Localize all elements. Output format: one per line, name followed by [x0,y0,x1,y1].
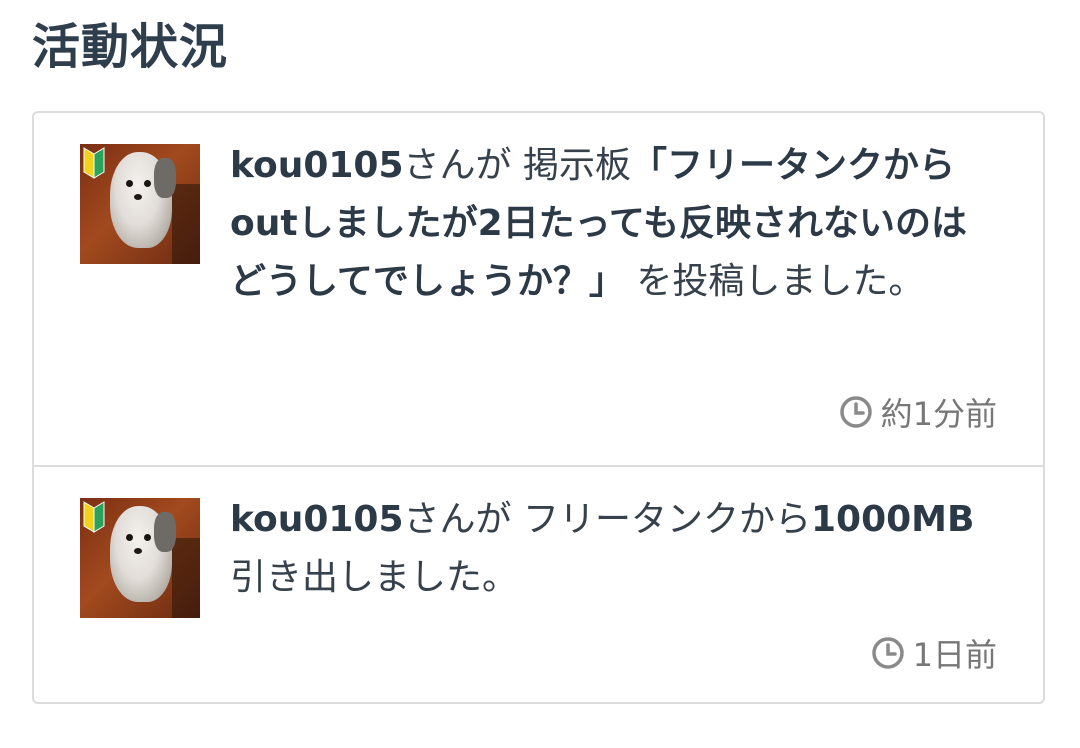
activity-time: 1日前 [871,630,997,676]
user-name-link[interactable]: kou0105 [230,499,404,540]
amount-value: 1000MB [810,499,975,540]
activity-text: kou0105さんが 掲示板「フリータンクからoutしましたが2日たっても反映さ… [230,137,999,311]
beginner-mark-icon [83,147,105,179]
user-avatar[interactable] [80,144,200,264]
clock-icon [871,637,904,669]
section-title: 活動状況 [32,19,229,75]
activity-suffix: さんが フリータンクから [403,499,811,540]
activity-suffix: さんが 掲示板 [403,145,631,186]
activity-action: を投稿しました。 [624,261,925,302]
activity-time: 約1分前 [839,389,997,435]
activity-item[interactable]: kou0105さんが 掲示板「フリータンクからoutしましたが2日たっても反映さ… [34,113,1043,467]
activity-item[interactable]: kou0105さんが フリータンクから1000MB 引き出しました。 1日前 [34,467,1043,704]
time-label: 約1分前 [880,395,997,433]
activity-list: kou0105さんが 掲示板「フリータンクからoutしましたが2日たっても反映さ… [32,111,1045,704]
clock-icon [839,396,872,428]
activity-action: 引き出しました。 [230,557,519,598]
activity-text: kou0105さんが フリータンクから1000MB 引き出しました。 [230,491,999,607]
beginner-mark-icon [83,501,105,533]
time-label: 1日前 [912,636,997,674]
user-avatar[interactable] [80,498,200,618]
user-name-link[interactable]: kou0105 [230,145,404,186]
